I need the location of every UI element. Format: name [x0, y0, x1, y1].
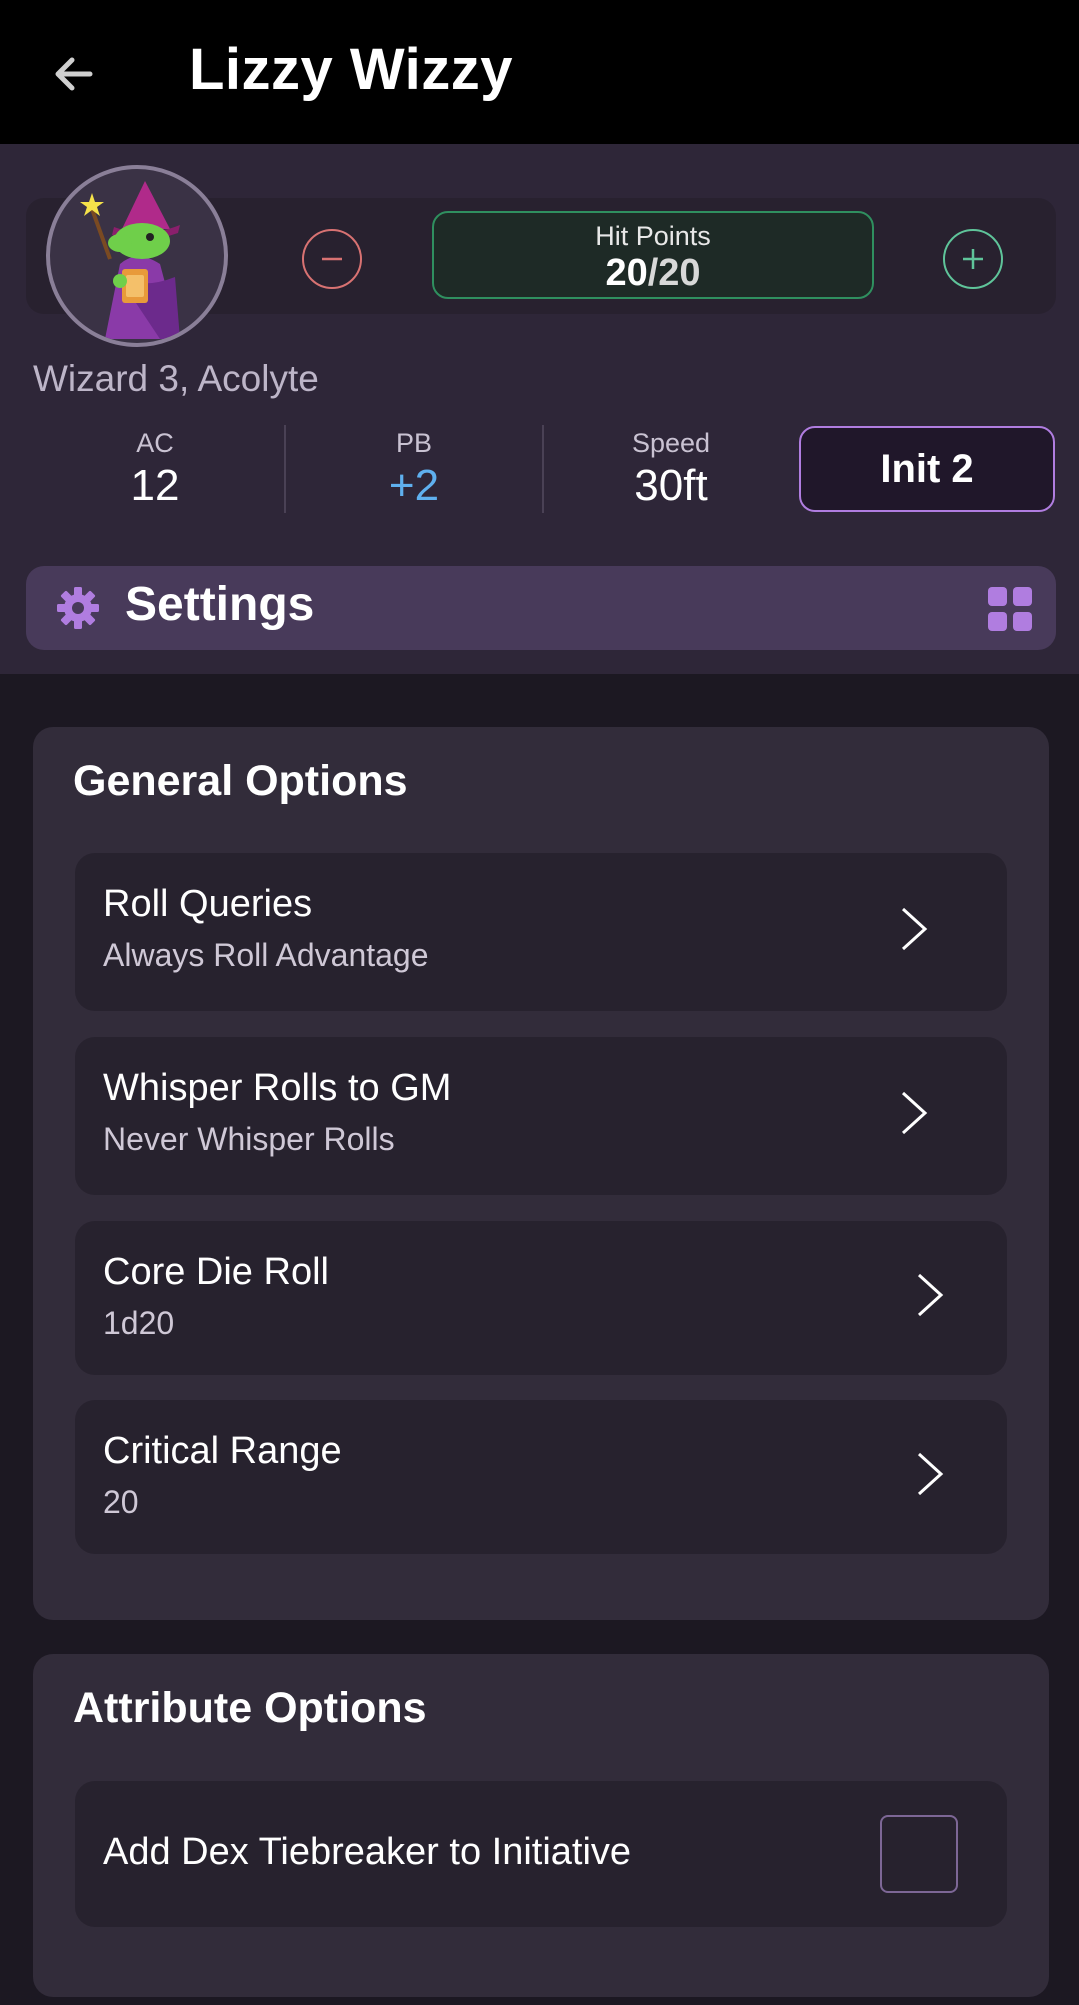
initiative-button[interactable]: Init 2	[799, 426, 1055, 512]
hit-points-value: 20/20	[434, 252, 872, 295]
option-title: Whisper Rolls to GM	[103, 1067, 452, 1109]
option-subtitle: Always Roll Advantage	[103, 937, 429, 973]
option-core-die-roll[interactable]: Core Die Roll 1d20	[75, 1221, 1007, 1375]
wizard-portrait-icon	[80, 181, 180, 339]
card-title: General Options	[73, 757, 408, 805]
arrow-left-icon	[55, 57, 93, 91]
option-label: Add Dex Tiebreaker to Initiative	[103, 1831, 632, 1873]
attribute-options-card: Attribute Options Add Dex Tiebreaker to …	[33, 1654, 1049, 1997]
general-options-card: General Options Roll Queries Always Roll…	[33, 727, 1049, 1620]
hp-separator: /	[647, 252, 659, 294]
page-title: Lizzy Wizzy	[189, 37, 514, 102]
stat-speed: Speed 30ft	[591, 428, 751, 511]
option-critical-range[interactable]: Critical Range 20	[75, 1400, 1007, 1554]
stat-value: 30ft	[634, 461, 708, 510]
class-level-text: Wizard 3, Acolyte	[33, 358, 319, 399]
increase-hp-button[interactable]	[943, 229, 1003, 289]
option-title: Roll Queries	[103, 883, 313, 925]
dex-tiebreaker-checkbox[interactable]	[880, 1815, 958, 1893]
option-subtitle: 1d20	[103, 1305, 175, 1341]
stat-label: AC	[136, 428, 174, 458]
chevron-right-icon	[917, 1452, 944, 1496]
gear-icon	[57, 587, 99, 629]
chevron-right-icon	[917, 1273, 944, 1317]
section-title: Settings	[125, 578, 315, 631]
option-title: Critical Range	[103, 1430, 342, 1472]
app-bar: Lizzy Wizzy	[0, 0, 1079, 144]
stat-ac: AC 12	[75, 428, 235, 511]
stat-label: PB	[395, 428, 433, 458]
stat-divider	[284, 425, 286, 513]
stat-value: 12	[130, 461, 180, 510]
option-dex-tiebreaker[interactable]: Add Dex Tiebreaker to Initiative	[75, 1781, 1007, 1927]
option-subtitle: 20	[103, 1484, 139, 1520]
stat-pb: PB +2	[334, 428, 494, 511]
stat-label: Speed	[631, 428, 711, 458]
grid-icon[interactable]	[986, 585, 1034, 633]
decrease-hp-button[interactable]	[302, 229, 362, 289]
chevron-right-icon	[901, 1091, 928, 1135]
hp-current: 20	[605, 252, 648, 294]
minus-icon	[322, 257, 342, 261]
hp-max: 20	[658, 252, 701, 294]
chevron-right-icon	[901, 907, 928, 951]
card-title: Attribute Options	[73, 1684, 427, 1732]
option-whisper-rolls[interactable]: Whisper Rolls to GM Never Whisper Rolls	[75, 1037, 1007, 1195]
stat-value: +2	[388, 461, 440, 510]
stat-divider	[542, 425, 544, 513]
back-button[interactable]	[44, 44, 104, 104]
option-subtitle: Never Whisper Rolls	[103, 1121, 395, 1157]
hit-points-label: Hit Points	[595, 221, 711, 251]
plus-icon	[963, 249, 983, 269]
avatar[interactable]	[46, 165, 228, 347]
option-title: Core Die Roll	[103, 1251, 329, 1293]
hit-points-display[interactable]: Hit Points 20/20	[432, 211, 874, 299]
option-roll-queries[interactable]: Roll Queries Always Roll Advantage	[75, 853, 1007, 1011]
